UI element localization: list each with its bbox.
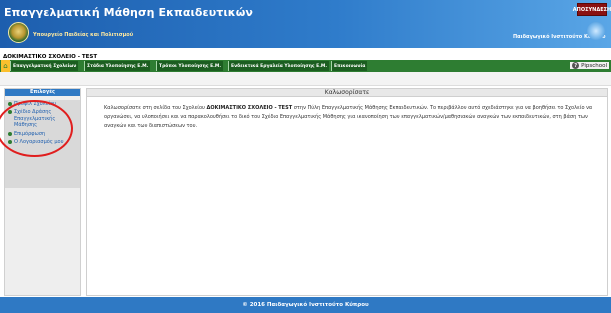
ministry-name: Υπουργείο Παιδείας και Πολιτισμού [33, 32, 134, 38]
welcome-prefix: Καλωσορίσατε στη σελίδα του Σχολείου [104, 105, 207, 111]
help-icon: ? [572, 62, 580, 69]
site-title: Επαγγελματική Μάθηση Εκπαιδευτικών [4, 6, 253, 19]
nav-tab-implementation-methods[interactable]: Τρόποι Υλοποίησης Ε.Μ. [156, 61, 224, 71]
sidebar-title: Επιλογές [5, 89, 80, 96]
welcome-text: Καλωσορίσατε στη σελίδα του Σχολείου ΔΟΚ… [87, 97, 607, 131]
sub-toolbar [0, 72, 611, 86]
institute-logo-icon [587, 22, 605, 40]
site-footer: © 2016 Παιδαγωγικό Ινστιτούτο Κύπρου [0, 297, 611, 313]
help-link[interactable]: ? Pipschool [570, 62, 609, 69]
main-panel: Καλωσορίσατε Καλωσορίσατε στη σελίδα του… [86, 88, 608, 296]
help-label: Pipschool [581, 62, 607, 69]
nav-tab-contact[interactable]: Επικοινωνία [331, 61, 368, 71]
home-icon[interactable]: ⌂ [1, 60, 10, 72]
panel-title: Καλωσορίσατε [87, 89, 607, 97]
logout-button[interactable]: ΑΠΟΣΥΝΔΕΣΗ [573, 3, 611, 16]
coat-of-arms-icon [8, 22, 29, 43]
nav-tab-indicative-tools[interactable]: Ενδεικτικά Εργαλεία Υλοποίησης Ε.Μ. [228, 61, 330, 71]
nav-tab-implementation-stages[interactable]: Στάδια Υλοποίησης Ε.Μ. [84, 61, 151, 71]
nav-tab-school-learning[interactable]: Επαγγελματική Σχολείων [10, 61, 79, 71]
welcome-school-name: ΔΟΚΙΜΑΣΤΙΚΟ ΣΧΟΛΕΙΟ - TEST [206, 105, 293, 111]
